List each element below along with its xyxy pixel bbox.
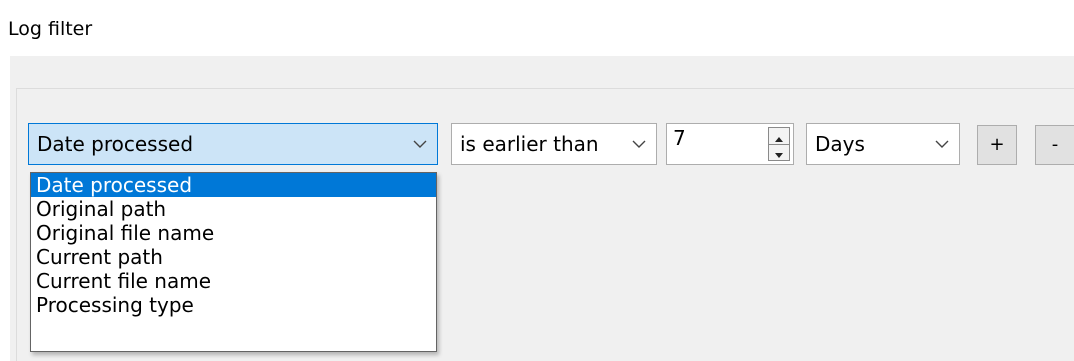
dropdown-option-current-file-name[interactable]: Current file name bbox=[31, 269, 436, 293]
spinner-buttons bbox=[768, 127, 790, 161]
operator-combobox[interactable]: is earlier than bbox=[451, 123, 657, 165]
field-combobox-value: Date processed bbox=[37, 132, 194, 156]
spin-up-button[interactable] bbox=[769, 128, 789, 145]
dialog-title: Log filter bbox=[8, 18, 93, 40]
unit-combobox-value: Days bbox=[815, 132, 865, 156]
spin-down-button[interactable] bbox=[769, 145, 789, 161]
operator-combobox-value: is earlier than bbox=[460, 132, 599, 156]
add-filter-button[interactable]: + bbox=[977, 125, 1017, 165]
dropdown-option-original-path[interactable]: Original path bbox=[31, 197, 436, 221]
unit-combobox[interactable]: Days bbox=[806, 123, 960, 165]
dropdown-option-current-path[interactable]: Current path bbox=[31, 245, 436, 269]
chevron-down-icon bbox=[413, 140, 427, 148]
field-dropdown-list: Date processed Original path Original fi… bbox=[30, 172, 437, 352]
chevron-down-icon bbox=[935, 140, 949, 148]
amount-spinner[interactable]: 7 bbox=[666, 123, 794, 165]
dropdown-option-original-file-name[interactable]: Original file name bbox=[31, 221, 436, 245]
dropdown-option-date-processed[interactable]: Date processed bbox=[31, 173, 436, 197]
field-combobox[interactable]: Date processed bbox=[28, 123, 438, 165]
amount-spinner-value: 7 bbox=[673, 126, 686, 150]
caret-down-icon bbox=[775, 153, 783, 158]
dropdown-option-processing-type[interactable]: Processing type bbox=[31, 293, 436, 317]
chevron-down-icon bbox=[632, 140, 646, 148]
remove-filter-button[interactable]: - bbox=[1035, 125, 1074, 165]
